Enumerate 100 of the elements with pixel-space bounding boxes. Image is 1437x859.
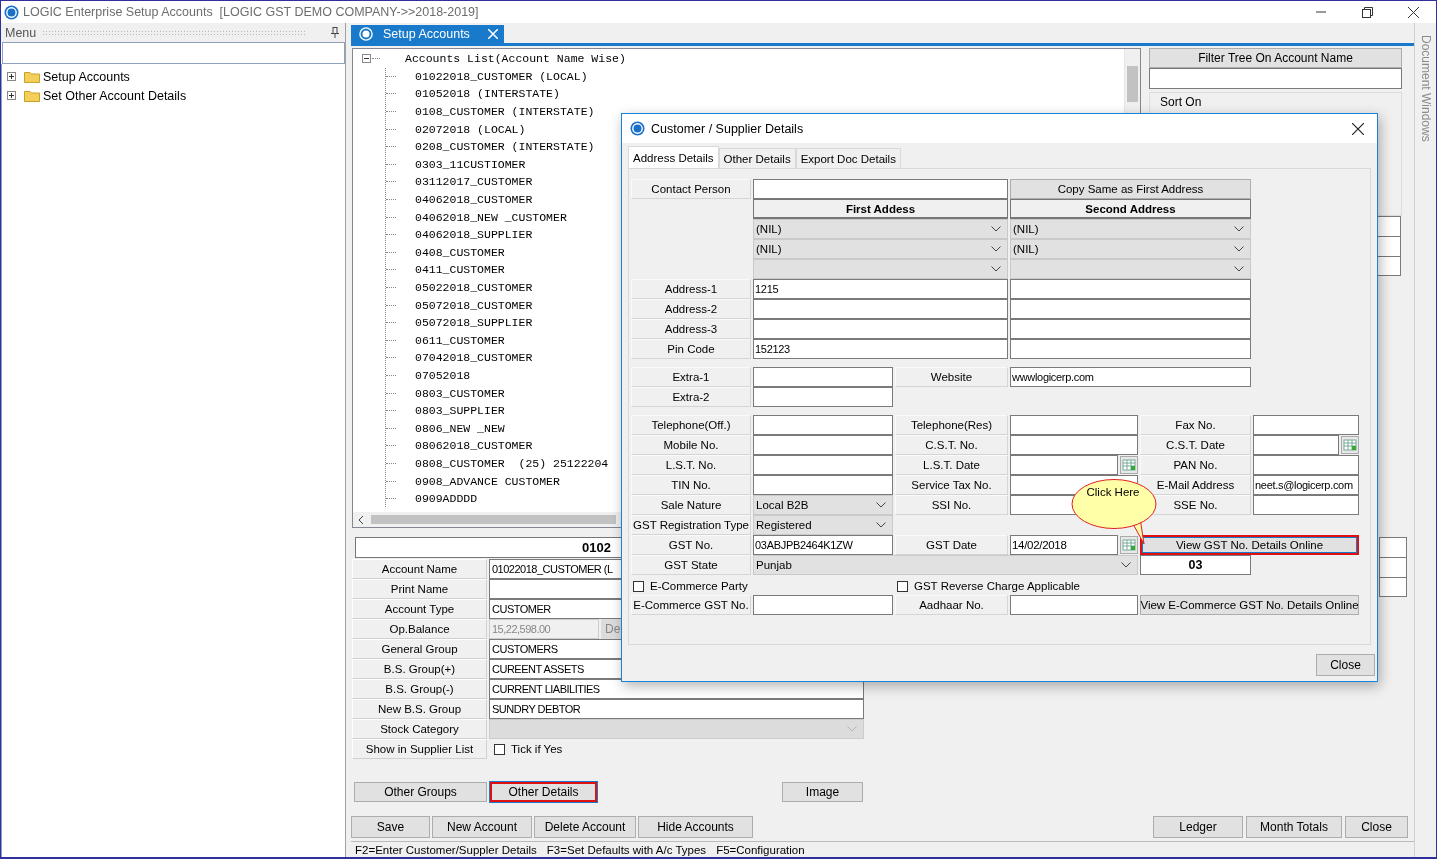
input-field[interactable]: 03ABJPB2464K1ZW (753, 535, 893, 555)
pin-icon[interactable] (331, 27, 339, 38)
form-button[interactable]: View E-Commerce GST No. Details Online (1140, 595, 1359, 615)
input-field[interactable] (1010, 435, 1138, 455)
input-field[interactable] (1010, 319, 1251, 339)
tree-item[interactable]: 0803_CUSTOMER (415, 386, 505, 400)
filter-field[interactable] (1149, 68, 1402, 89)
form-button[interactable]: Other Details (490, 782, 597, 802)
tree-item[interactable]: 04062018_SUPPLIER (415, 228, 533, 242)
menu-filter-field[interactable] (2, 42, 345, 64)
date-field[interactable] (1253, 435, 1339, 455)
input-field[interactable] (1253, 495, 1359, 515)
tree-item[interactable]: 02072018 (LOCAL) (415, 122, 526, 136)
menu-item[interactable]: Setup Accounts (43, 69, 130, 84)
tree-item[interactable]: 05072018_CUSTOMER (415, 298, 533, 312)
dropdown[interactable]: Punjab (753, 555, 1138, 575)
dropdown[interactable]: (NIL) (753, 239, 1008, 259)
dropdown[interactable]: (NIL) (753, 219, 1008, 239)
tree-item[interactable]: 08062018_CUSTOMER (415, 439, 533, 453)
tree-item[interactable]: 01022018_CUSTOMER (LOCAL) (415, 69, 588, 83)
tree-item[interactable]: 05022018_CUSTOMER (415, 281, 533, 294)
checkbox-label[interactable]: GST Reverse Charge Applicable (914, 580, 1080, 592)
tree-item[interactable]: 0303_11CUSTIOMER (415, 157, 526, 171)
input-field[interactable]: SUNDRY DEBTOR (489, 699, 864, 719)
tree-item[interactable]: 07052018 (415, 369, 471, 382)
input-field[interactable] (1253, 415, 1359, 435)
dropdown[interactable]: Local B2B (753, 495, 893, 515)
dialog-tab[interactable]: Address Details (628, 146, 719, 168)
dropdown[interactable]: Registered (753, 515, 893, 535)
action-button[interactable]: Hide Accounts (638, 816, 753, 838)
close-button[interactable]: Close (1316, 654, 1375, 676)
tree-item[interactable]: 05072018_SUPPLIER (415, 316, 533, 330)
document-tab[interactable]: Setup Accounts (351, 25, 504, 43)
input-field[interactable] (1010, 299, 1251, 319)
input-field[interactable] (1379, 557, 1407, 577)
input-field[interactable] (1379, 577, 1407, 597)
calendar-icon[interactable] (1120, 456, 1138, 474)
collapse-icon[interactable] (362, 54, 371, 64)
date-field[interactable] (1010, 455, 1118, 475)
filter-tree-button[interactable]: Filter Tree On Account Name (1149, 48, 1402, 68)
action-button[interactable]: Save (351, 816, 430, 838)
tree-item[interactable]: 0611_CUSTOMER (415, 333, 505, 347)
tree-item[interactable]: 0108_CUSTOMER (INTERSTATE) (415, 105, 595, 119)
scroll-left-icon[interactable] (357, 515, 365, 524)
input-field[interactable] (753, 367, 893, 387)
close-icon[interactable] (488, 29, 498, 39)
tree-item[interactable]: 0806_NEW _NEW (415, 421, 505, 435)
checkbox[interactable] (897, 580, 908, 592)
form-button[interactable]: Other Groups (354, 782, 487, 802)
input-field[interactable] (1010, 415, 1138, 435)
tree-item[interactable]: 04062018_NEW _CUSTOMER (415, 210, 567, 224)
input-field[interactable]: wwwlogicerp.com (1010, 367, 1251, 387)
input-field[interactable] (753, 435, 893, 455)
input-field[interactable] (1253, 455, 1359, 475)
tree-item[interactable]: 07042018_CUSTOMER (415, 351, 533, 365)
action-button[interactable]: Ledger (1153, 816, 1243, 838)
tree-item[interactable]: 0808_CUSTOMER (25) 25122204 (415, 456, 609, 470)
tree-item[interactable]: 01052018 (INTERSTATE) (415, 87, 560, 101)
input-field[interactable] (1010, 339, 1251, 359)
input-field[interactable] (753, 299, 1008, 319)
checkbox-label[interactable]: Tick if Yes (511, 743, 563, 755)
input-field[interactable] (753, 387, 893, 407)
tree-item[interactable]: 0909ADDDD (415, 492, 478, 506)
dialog-tab[interactable]: Other Details (718, 148, 796, 168)
tree-root[interactable]: Accounts List(Account Name Wise) (405, 52, 626, 66)
checkbox[interactable] (494, 743, 505, 755)
calendar-icon[interactable] (1341, 436, 1359, 454)
tree-item[interactable]: 0803_SUPPLIER (415, 404, 505, 418)
tree-item[interactable]: 03112017_CUSTOMER (415, 175, 533, 189)
input-field[interactable] (753, 595, 893, 615)
tree-item[interactable]: 0908_ADVANCE CUSTOMER (415, 474, 560, 488)
expander-icon[interactable] (7, 72, 16, 81)
input-field[interactable]: neet.s@logicerp.com (1253, 475, 1359, 495)
dropdown[interactable]: (NIL) (1010, 219, 1251, 239)
input-field[interactable] (1010, 279, 1251, 299)
tree-item[interactable]: 0411_CUSTOMER (415, 263, 505, 277)
input-field[interactable]: 1215 (753, 279, 1008, 299)
input-field[interactable] (753, 415, 893, 435)
input-field[interactable] (753, 179, 1008, 199)
input-field[interactable]: 152123 (753, 339, 1008, 359)
dropdown[interactable]: (NIL) (1010, 239, 1251, 259)
checkbox-label[interactable]: E-Commerce Party (650, 580, 748, 592)
input-field[interactable] (753, 455, 893, 475)
form-button[interactable]: Copy Same as First Address (1010, 179, 1251, 199)
tree-item[interactable]: 0408_CUSTOMER (415, 245, 505, 259)
action-button[interactable]: New Account (432, 816, 532, 838)
action-button[interactable]: Month Totals (1246, 816, 1342, 838)
menu-item[interactable]: Set Other Account Details (43, 88, 187, 103)
tree-item[interactable]: 0208_CUSTOMER (INTERSTATE) (415, 140, 595, 154)
tree-item[interactable]: 04062018_CUSTOMER (415, 193, 533, 207)
input-field[interactable] (753, 475, 893, 495)
calendar-icon[interactable] (1120, 536, 1138, 554)
form-button[interactable]: View GST No. Details Online (1140, 535, 1359, 555)
date-field[interactable]: 14/02/2018 (1010, 535, 1118, 555)
checkbox[interactable] (633, 580, 644, 592)
form-button[interactable]: Image (782, 782, 863, 802)
input-field[interactable] (1010, 595, 1138, 615)
action-button[interactable]: Delete Account (534, 816, 636, 838)
input-field[interactable] (1379, 537, 1407, 557)
dialog-tab[interactable]: Export Doc Details (795, 148, 901, 168)
